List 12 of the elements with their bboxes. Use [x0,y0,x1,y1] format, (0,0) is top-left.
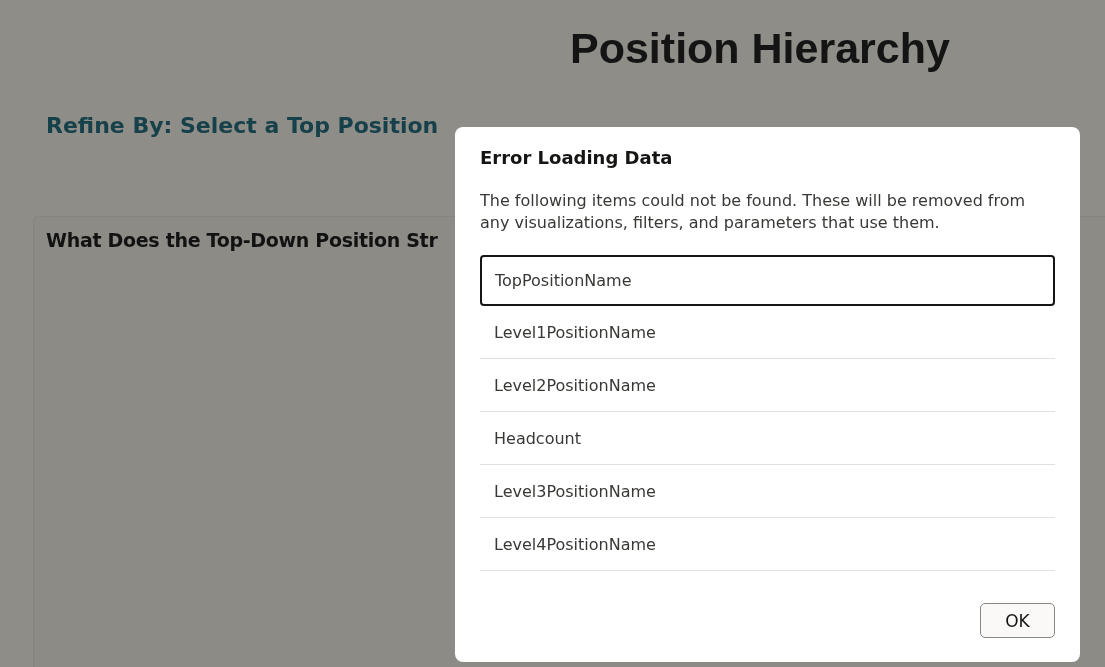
dialog-message: The following items could not be found. These will be removed from any visualizations, filters, and parameters that use them. [480,190,1027,234]
list-item[interactable]: Level2PositionName [480,360,1055,412]
dialog-title: Error Loading Data [480,147,674,168]
list-item[interactable]: Level3PositionName [480,466,1055,518]
page-title: Position Hierarchy [570,24,951,73]
list-item[interactable]: Headcount [480,413,1055,465]
list-item[interactable]: Level4PositionName [480,519,1055,571]
card-title: What Does the Top-Down Position Str [46,229,438,251]
filter-heading: Refine By: Select a Top Position [46,113,440,138]
ok-button[interactable]: OK [980,603,1055,638]
list-item[interactable]: Level1PositionName [480,307,1055,359]
list-item[interactable]: TopPositionName [480,255,1055,306]
